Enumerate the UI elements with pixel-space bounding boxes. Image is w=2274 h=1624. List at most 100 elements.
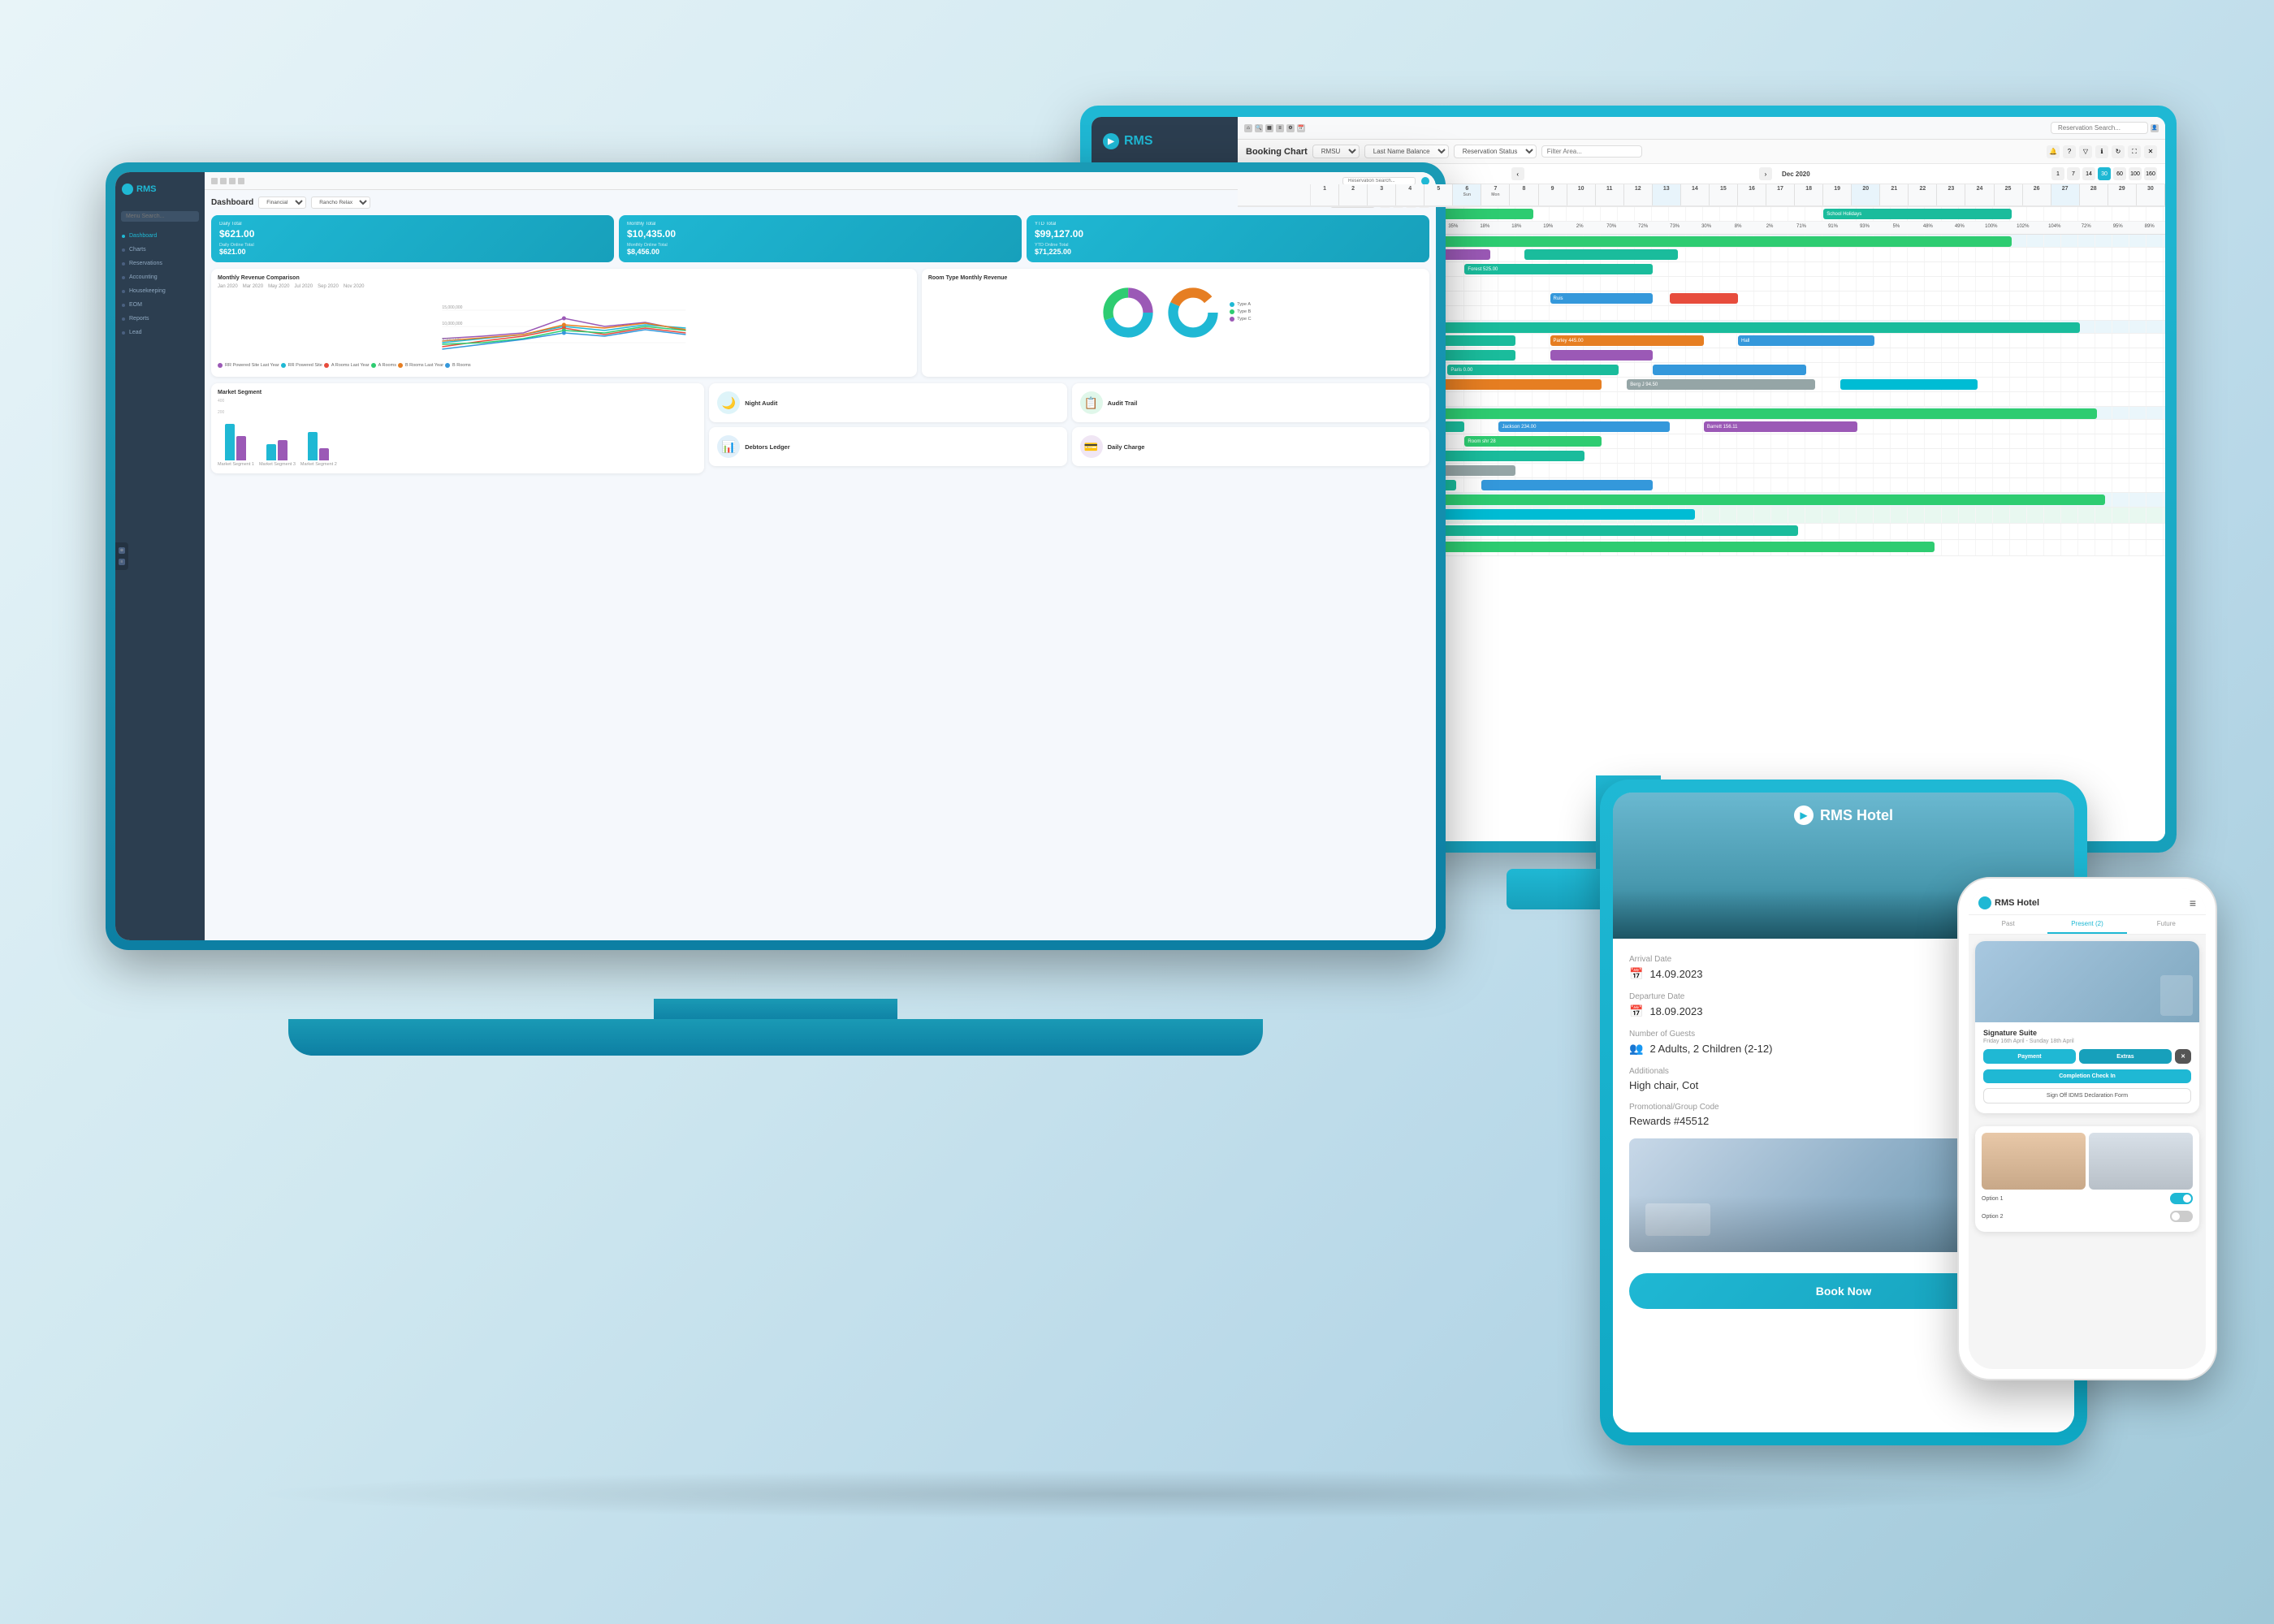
phone-form-button[interactable]: Sign Off IDMS Declaration Form: [1983, 1088, 2191, 1104]
topbar-user-icon[interactable]: 👤: [2151, 124, 2159, 132]
date-sep: Sep 2020: [318, 284, 339, 289]
donut-svg-2: [1165, 284, 1221, 341]
ees02-bar2: Forest 525.00: [1464, 264, 1652, 274]
emv04-bar2: Berg J 94.50: [1627, 379, 1814, 390]
donut-legend-b: Type B: [1230, 309, 1251, 314]
date-cell-19: 19: [1823, 184, 1852, 205]
next-button[interactable]: ›: [1759, 167, 1772, 180]
lap-user-avatar[interactable]: [1421, 177, 1429, 185]
lap-topbar-icon-4[interactable]: [238, 178, 244, 184]
legend-a-rooms: A Rooms: [371, 363, 396, 368]
date-cell-24: 24: [1965, 184, 1994, 205]
chart-filter2-select[interactable]: Reservation Status: [1454, 145, 1537, 158]
phone-app: RMS Hotel ≡ Past Present (2) Future: [1969, 888, 2206, 1369]
lap-item-eom[interactable]: EOM: [115, 298, 205, 312]
quick-link-daily-charge[interactable]: 💳 Daily Charge: [1072, 427, 1429, 466]
phone-toggle-1[interactable]: [2170, 1193, 2193, 1204]
phone-payment-button[interactable]: Payment: [1983, 1049, 2076, 1064]
audit-trail-icon: 📋: [1080, 391, 1103, 414]
bar-group-1: Market Segment 1: [218, 424, 254, 467]
quick-link-debtors-ledger[interactable]: 📊 Debtors Ledger: [709, 427, 1066, 466]
lap-dot-housekeeping: [122, 290, 125, 293]
phone-tab-past[interactable]: Past: [1969, 915, 2047, 934]
phone-toggle-2[interactable]: [2170, 1211, 2193, 1222]
occ-104: 104%: [2038, 222, 2070, 234]
phone-menu-icon[interactable]: ≡: [2190, 896, 2196, 909]
phone-header: RMS Hotel ≡: [1969, 888, 2206, 915]
nav-100[interactable]: 100: [2129, 167, 2142, 180]
line-chart-dates: Jan 2020 Mar 2020 May 2020 Jul 2020 Sep …: [218, 284, 910, 289]
occ-2: 2%: [1564, 222, 1596, 234]
laptop-logo: RMS: [115, 179, 205, 205]
tab-guests-count: 2 Adults, 2 Children (2-12): [1649, 1043, 1772, 1055]
laptop-filter1-select[interactable]: Financial: [258, 197, 306, 209]
chart-question-icon[interactable]: ?: [2063, 145, 2076, 158]
chart-info-icon[interactable]: ℹ: [2095, 145, 2108, 158]
bar-1a: [225, 424, 235, 460]
stat-monthly-value: $10,435.00: [627, 228, 1014, 240]
lap-item-dashboard[interactable]: Dashboard: [115, 229, 205, 243]
laptop-base: [288, 1019, 1263, 1056]
phone-tab-future[interactable]: Future: [2127, 915, 2206, 934]
date-cell-7: 7Mon: [1481, 184, 1510, 205]
event-bar-school-holidays: School Holidays: [1823, 209, 2011, 219]
phone-checkin-button[interactable]: Completion Check In: [1983, 1069, 2191, 1083]
nav-14[interactable]: 14: [2082, 167, 2095, 180]
nav-7[interactable]: 7: [2067, 167, 2080, 180]
topbar-grid-icon[interactable]: ▦: [1265, 124, 1273, 132]
chart-bell-icon[interactable]: 🔔: [2047, 145, 2060, 158]
topbar-home-icon[interactable]: ⌂: [1244, 124, 1252, 132]
stat-ytd-label: YTD Total: [1035, 222, 1421, 227]
chart-close-icon[interactable]: ✕: [2144, 145, 2157, 158]
lap-topbar-icon-3[interactable]: [229, 178, 236, 184]
lap-item-charts[interactable]: Charts: [115, 243, 205, 257]
booking-topbar: ⌂ 🔍 ▦ ≡ ⚙ 📅 👤: [1238, 117, 2165, 140]
phone-suite-img: [1975, 941, 2199, 1022]
date-cell-3: 3: [1368, 184, 1396, 205]
chart-property-select[interactable]: RMSU: [1312, 145, 1360, 158]
lap-item-reports[interactable]: Reports: [115, 312, 205, 326]
phone-close-button[interactable]: ✕: [2175, 1049, 2191, 1064]
laptop-topbar-search[interactable]: [1342, 177, 1416, 185]
chart-expand-icon[interactable]: ⛶: [2128, 145, 2141, 158]
bar-chart-title: Market Segment: [218, 390, 698, 395]
topbar-settings-icon[interactable]: ⚙: [1286, 124, 1295, 132]
debtors-ledger-icon: 📊: [717, 435, 740, 458]
lap-topbar-icon-2[interactable]: [220, 178, 227, 184]
chart-filter-area-input[interactable]: [1541, 145, 1642, 158]
lap-item-reservations[interactable]: Reservations: [115, 257, 205, 270]
occ-19: 19%: [1533, 222, 1564, 234]
daily-charge-icon: 💳: [1080, 435, 1103, 458]
quick-link-night-audit[interactable]: 🌙 Night Audit: [709, 383, 1066, 422]
phone-suite-date: Friday 16th April - Sunday 18th April: [1983, 1039, 2191, 1044]
lap-item-accounting[interactable]: Accounting: [115, 270, 205, 284]
lap-item-lead[interactable]: Lead: [115, 326, 205, 339]
prev-button[interactable]: ‹: [1511, 167, 1524, 180]
date-cell-21: 21: [1880, 184, 1909, 205]
eps03-bar2: [1430, 451, 1584, 461]
laptop-filter2-select[interactable]: Rancho Relax: [311, 197, 370, 209]
tab-additionals-text: High chair, Cot: [1629, 1079, 1698, 1091]
topbar-calendar-icon[interactable]: 📅: [1297, 124, 1305, 132]
chart-filter-icon[interactable]: ▽: [2079, 145, 2092, 158]
chart-refresh-icon[interactable]: ↻: [2112, 145, 2125, 158]
phone-tab-present[interactable]: Present (2): [2047, 915, 2126, 934]
chart-filter1-select[interactable]: Last Name Balance: [1364, 145, 1449, 158]
line-chart-svg: 15,000,000 10,000,000 5,000,000: [218, 294, 910, 359]
nav-160[interactable]: 160: [2144, 167, 2157, 180]
quick-link-audit-trail[interactable]: 📋 Audit Trail: [1072, 383, 1429, 422]
nav-30[interactable]: 30: [2098, 167, 2111, 180]
topbar-list-icon[interactable]: ≡: [1276, 124, 1284, 132]
date-header-row: 1 2 3 4 5 6Sun 7Mon 8 9 10: [1238, 184, 2165, 207]
lap-item-housekeeping[interactable]: Housekeeping: [115, 284, 205, 298]
laptop-menu-search[interactable]: [121, 211, 199, 222]
lap-topbar-icon-1[interactable]: [211, 178, 218, 184]
laptop-sidebar: RMS Dashboard Charts: [115, 172, 205, 940]
phone-extras-button[interactable]: Extras: [2079, 1049, 2172, 1064]
laptop-sidebar-search[interactable]: [115, 205, 205, 224]
nav-60[interactable]: 60: [2113, 167, 2126, 180]
topbar-reservation-search[interactable]: [2051, 122, 2148, 134]
date-cell-8: 8: [1510, 184, 1538, 205]
nav-1[interactable]: 1: [2051, 167, 2064, 180]
topbar-search-icon[interactable]: 🔍: [1255, 124, 1263, 132]
